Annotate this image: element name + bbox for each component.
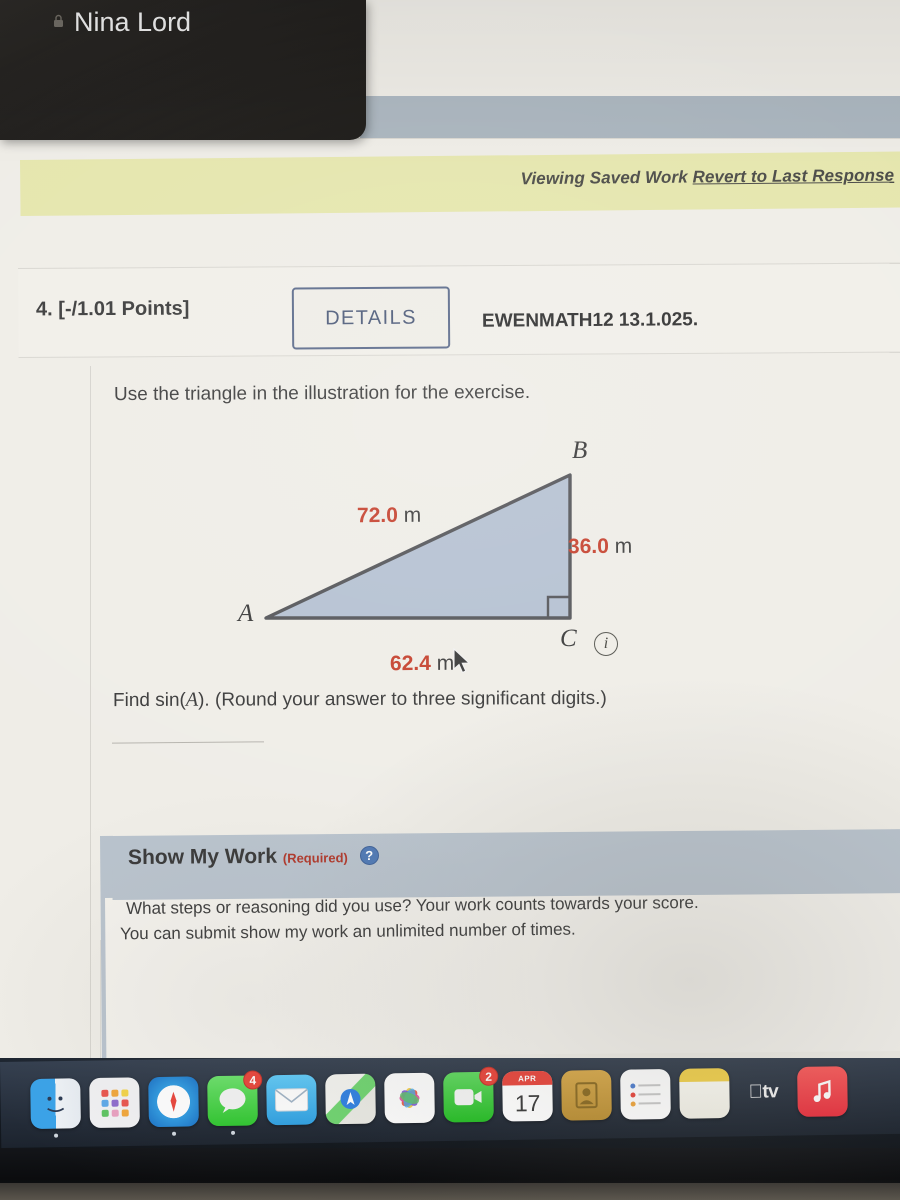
reminders-icon [630, 1082, 661, 1107]
vertex-label-c: C [560, 625, 577, 652]
measurement-value-bc: 36.0 [567, 534, 609, 559]
macos-dock[interactable]: 4 2 APR 17 tv [0, 1058, 900, 1200]
mouse-cursor-icon [453, 648, 471, 674]
saved-work-banner-text: Viewing Saved Work Revert to Last Respon… [521, 166, 895, 190]
messages-icon [219, 1088, 246, 1113]
calendar-day-label: 17 [514, 1089, 541, 1116]
dock-item-maps[interactable] [325, 1073, 376, 1125]
dock-item-apple-tv[interactable]: tv [738, 1067, 789, 1118]
vertex-label-b: B [572, 437, 588, 464]
dock-item-mail[interactable] [266, 1074, 317, 1126]
dock-item-notes[interactable] [679, 1068, 730, 1119]
safari-icon [166, 1091, 181, 1112]
question-prompt: Find sin(A). (Round your answer to three… [113, 687, 607, 712]
dock-items: 4 2 APR 17 tv [30, 1058, 891, 1140]
figure-info-icon[interactable]: i [594, 632, 618, 656]
dock-item-facetime[interactable]: 2 [443, 1066, 499, 1123]
exercise-instruction: Use the triangle in the illustration for… [113, 381, 531, 406]
lock-icon [54, 14, 63, 27]
question-points: [-/1.01 Points] [58, 297, 190, 321]
dock-running-indicator [172, 1131, 177, 1136]
maps-icon [340, 1088, 361, 1109]
music-icon [813, 1079, 831, 1103]
content-gutter-rule [90, 366, 91, 1058]
viewing-saved-work-label: Viewing Saved Work [520, 167, 688, 189]
details-button-label: DETAILS [325, 306, 417, 329]
apple-tv-icon: tv [748, 1081, 778, 1103]
prompt-lead: Find sin( [112, 689, 186, 712]
dock-item-music[interactable] [797, 1066, 848, 1117]
show-my-work-title-row: Show My Work (Required) ? [128, 844, 379, 870]
assignment-page: Viewing Saved Work Revert to Last Respon… [0, 0, 900, 1058]
overlay-participant-name: Nina Lord [74, 7, 192, 37]
launchpad-icon [100, 1088, 129, 1117]
dock-badge-messages: 4 [243, 1070, 263, 1090]
screen-right-of-overlay [366, 0, 900, 96]
measurement-label-bc: 36.0 m [568, 535, 632, 559]
measurement-value-ab: 72.0 [356, 503, 398, 528]
measurement-unit-ab: m [403, 503, 422, 527]
revert-to-last-response-link[interactable]: Revert to Last Response [692, 166, 894, 187]
dock-item-finder[interactable] [30, 1078, 81, 1138]
dock-item-photos[interactable] [384, 1072, 435, 1124]
saved-work-banner: Viewing Saved Work Revert to Last Respon… [20, 151, 900, 216]
question-code: EWENMATH12 13.1.025. [481, 309, 699, 332]
mail-icon [274, 1088, 309, 1112]
measurement-unit-bc: m [614, 534, 633, 558]
triangle-shape [264, 473, 572, 620]
question-number: 4. [35, 298, 53, 321]
dock-badge-facetime: 2 [479, 1066, 499, 1086]
dock-item-reminders[interactable] [620, 1068, 671, 1120]
dock-item-launchpad[interactable] [89, 1077, 140, 1129]
prompt-tail: ). (Round your answer to three significa… [198, 687, 607, 711]
dock-item-contacts[interactable] [561, 1069, 612, 1121]
vertex-label-a: A [238, 600, 254, 627]
help-icon[interactable]: ? [359, 845, 379, 866]
dock-running-indicator [54, 1133, 59, 1138]
show-my-work-title: Show My Work [127, 844, 278, 870]
question-number-and-points: 4. [-/1.01 Points] [36, 298, 190, 322]
video-call-overlay-window[interactable]: Nina Lord [0, 0, 366, 140]
dock-item-calendar[interactable]: APR 17 [502, 1070, 553, 1122]
details-button[interactable]: DETAILS [291, 286, 451, 350]
measurement-label-ab: 72.0 m [357, 504, 421, 528]
measurement-label-ac: 62.4 m [390, 652, 454, 676]
dock-running-indicator [231, 1130, 236, 1135]
photos-icon [399, 1088, 420, 1109]
contacts-icon [575, 1082, 598, 1109]
window-chrome-band [360, 96, 900, 140]
dock-item-safari[interactable] [148, 1076, 199, 1136]
calendar-month-label: APR [502, 1070, 553, 1086]
figure-info-icon-glyph: i [603, 635, 609, 652]
measurement-value-ac: 62.4 [389, 651, 431, 676]
desk-surface [0, 1183, 900, 1200]
finder-icon [47, 1096, 65, 1113]
dock-item-messages[interactable]: 4 [207, 1070, 263, 1135]
facetime-icon [454, 1089, 482, 1106]
prompt-variable: A [185, 688, 199, 711]
answer-divider-rule [111, 741, 265, 744]
show-my-work-required-label: (Required) [282, 850, 348, 866]
